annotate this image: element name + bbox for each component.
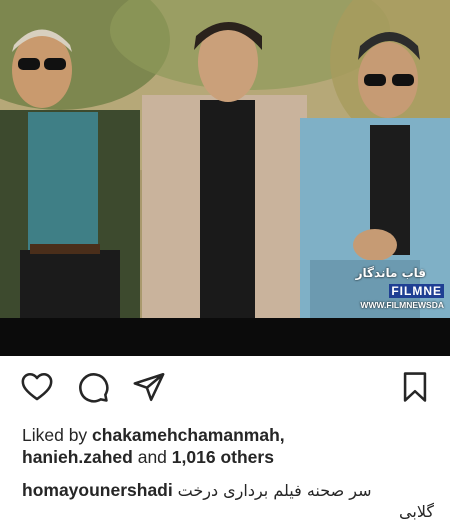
comment-bubble-icon[interactable]	[76, 370, 110, 404]
caption-username[interactable]: homayounershadi	[22, 480, 173, 500]
likes-summary: Liked by chakamehchamanmah, hanieh.zahed…	[22, 424, 285, 468]
likes-prefix: Liked by	[22, 425, 93, 445]
post-actions	[0, 360, 450, 414]
watermark-url: WWW.FILMNEWSDA	[360, 300, 444, 310]
likes-others-link[interactable]: 1,016 others	[172, 447, 274, 467]
watermark: قاب ماندگار FILMNE WWW.FILMNEWSDA	[348, 266, 444, 316]
likes-line-2: hanieh.zahed and 1,016 others	[22, 446, 285, 468]
likes-and: and	[132, 447, 172, 467]
heart-icon[interactable]	[20, 370, 54, 404]
paper-plane-icon[interactable]	[132, 370, 166, 404]
watermark-logo: FILMNE	[388, 284, 444, 298]
post-photo[interactable]: قاب ماندگار FILMNE WWW.FILMNEWSDA	[0, 0, 450, 318]
watermark-title: قاب ماندگار	[355, 266, 426, 280]
watermark-logo-text: FILMNE	[389, 284, 444, 298]
likes-line-1: Liked by chakamehchamanmah,	[22, 424, 285, 446]
caption-text-line-2: گلابی	[399, 502, 434, 521]
bookmark-icon[interactable]	[398, 370, 432, 404]
liker-link-2[interactable]: hanieh.zahed	[22, 447, 133, 467]
post-caption: homayounershadi سر صحنه فیلم برداری درخت	[22, 478, 432, 503]
liker-link-1[interactable]: chakamehchamanmah,	[92, 425, 285, 445]
caption-text-line-1: سر صحنه فیلم برداری درخت	[177, 481, 372, 500]
photo-bottom-bar	[0, 318, 450, 356]
